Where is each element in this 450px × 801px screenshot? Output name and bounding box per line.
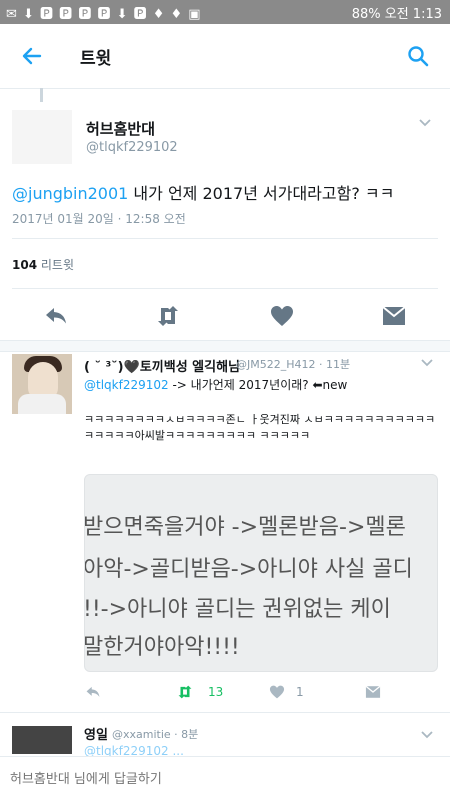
image-text-line: !!->아니야 골디는 권위없는 케이 xyxy=(84,597,391,622)
author-handle[interactable]: @tlqkf229102 xyxy=(86,140,178,155)
reply-author-name[interactable]: 영일 xyxy=(84,724,108,743)
retweet-count-label: 리트윗 xyxy=(40,258,75,272)
chevron-down-icon[interactable] xyxy=(418,116,432,130)
reply-composer xyxy=(0,756,450,801)
image-text-line: 말한거야아악!!!! xyxy=(84,635,240,660)
status-bar: ✉ ⬇ 🅿 🅿 🅿 🅿 ⬇ 🅿 ♦ ♦ ▣ 88% 오전 1:13 xyxy=(0,0,450,24)
mention-link[interactable]: @tlqkf229102 xyxy=(84,378,169,392)
retweet-icon[interactable] xyxy=(154,302,182,330)
reply-icon[interactable] xyxy=(42,302,70,330)
reply-meta: @xxamitie · 8분 xyxy=(112,728,199,741)
reply-to-line: @tlqkf229102 -> 내가언제 2017년이래? ⬅new xyxy=(84,376,347,393)
direct-message-icon[interactable] xyxy=(380,302,408,330)
retweet-count[interactable]: 104 리트윗 xyxy=(12,256,74,273)
chevron-down-icon[interactable] xyxy=(420,356,434,370)
like-heart-icon[interactable] xyxy=(268,683,286,701)
avatar[interactable] xyxy=(12,726,72,754)
tweet-actions xyxy=(0,300,450,336)
section-separator xyxy=(0,340,450,352)
avatar[interactable] xyxy=(12,354,72,414)
thread-connector xyxy=(40,88,43,102)
retweet-count: 13 xyxy=(208,685,224,699)
reply-input[interactable] xyxy=(8,761,442,797)
reply-author-name[interactable]: ( ˘ ³˘)🖤토끼백성 엘긱해님 xyxy=(84,356,240,375)
tweet-body: 내가 언제 2017년 서가대라고함? ㅋㅋ xyxy=(128,184,395,203)
reply-meta: @JM522_H412 · 11분 xyxy=(236,358,351,371)
divider xyxy=(0,712,450,713)
back-arrow-icon[interactable] xyxy=(20,44,44,68)
app-bar: 트윗 xyxy=(0,24,450,89)
mention-link[interactable]: @jungbin2001 xyxy=(12,184,128,203)
image-text-line: 아악->골디받음->아니야 사실 골디 xyxy=(84,557,413,582)
chevron-down-icon[interactable] xyxy=(420,728,434,742)
status-bar-battery-clock: 88% 오전 1:13 xyxy=(351,7,442,22)
direct-message-icon[interactable] xyxy=(364,683,382,701)
avatar-shirt xyxy=(18,394,66,414)
divider xyxy=(12,238,438,239)
divider xyxy=(12,288,438,289)
attached-image[interactable]: 받으면죽을거야 ->멜론받음->멜론 아악->골디받음->아니야 사실 골디 !… xyxy=(84,474,438,672)
like-heart-icon[interactable] xyxy=(268,302,296,330)
retweet-count-number: 104 xyxy=(12,258,38,272)
status-bar-notifications: ✉ ⬇ 🅿 🅿 🅿 🅿 ⬇ 🅿 ♦ ♦ ▣ xyxy=(6,7,202,22)
tweet-text: @jungbin2001 내가 언제 2017년 서가대라고함? ㅋㅋ xyxy=(12,180,432,204)
page-title: 트윗 xyxy=(80,49,112,69)
author-name[interactable]: 허브홈반대 xyxy=(86,118,155,139)
reply-actions: 13 1 xyxy=(84,683,450,703)
reply-icon[interactable] xyxy=(84,683,102,701)
retweet-icon[interactable] xyxy=(176,683,194,701)
tweet-timestamp: 2017년 01월 20일 · 12:58 오전 xyxy=(12,212,186,226)
like-count: 1 xyxy=(296,685,304,699)
image-text-line: 받으면죽을거야 ->멜론받음->멜론 xyxy=(84,515,406,540)
avatar[interactable] xyxy=(12,110,72,164)
reply-to-text: -> 내가언제 2017년이래? ⬅new xyxy=(168,378,348,392)
reply-body: ㅋㅋㅋㅋㅋㅋㅋㅋㅅㅂㅋㅋㅋㅋ존ㄴ ㅏ웃겨진짜 ㅅㅂㅋㅋㅋㅋㅋㅋㅋㅋㅋㅋㅋㅋㅋㅋㅋ… xyxy=(84,413,436,442)
search-icon[interactable] xyxy=(406,44,430,68)
